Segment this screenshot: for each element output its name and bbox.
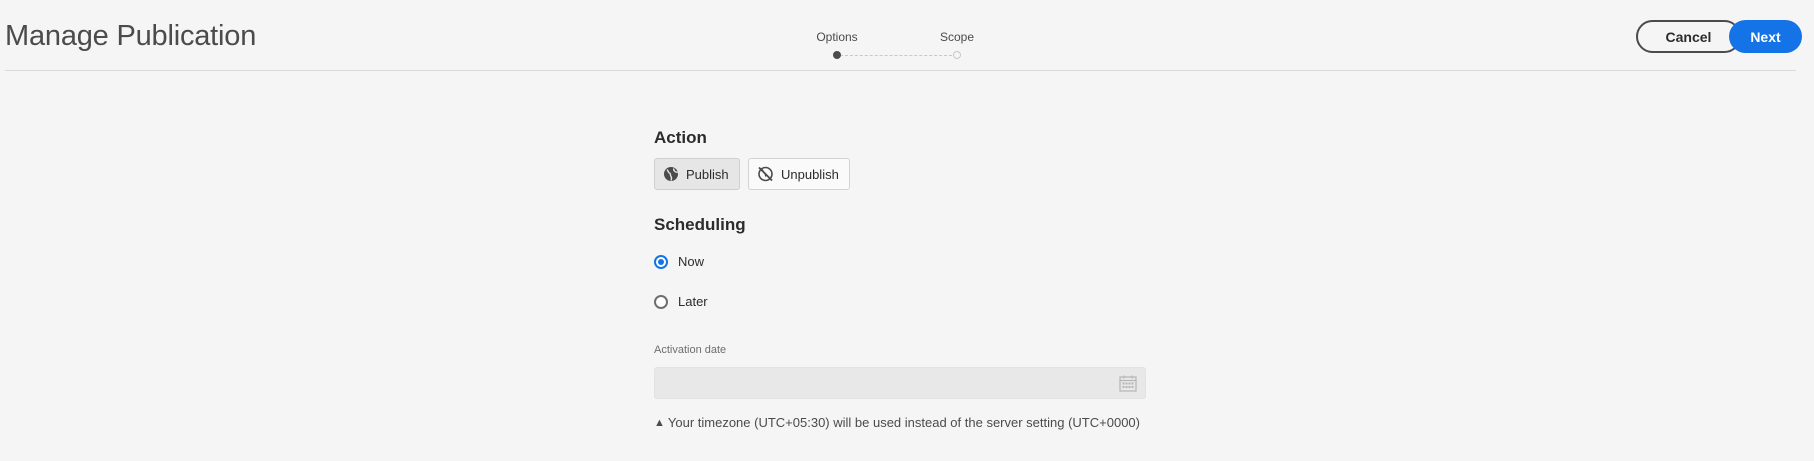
publish-label: Publish — [686, 166, 729, 182]
next-button[interactable]: Next — [1729, 20, 1802, 53]
unpublish-button[interactable]: Unpublish — [748, 158, 850, 190]
radio-later-control[interactable] — [654, 294, 668, 309]
radio-later-label: Later — [678, 294, 708, 309]
globe-off-icon — [758, 166, 773, 182]
warning-icon: ▲ — [654, 416, 665, 429]
activation-date-label: Activation date — [654, 344, 727, 356]
cancel-button[interactable]: Cancel — [1636, 20, 1741, 53]
scheduling-heading: Scheduling — [654, 215, 746, 234]
unpublish-label: Unpublish — [781, 166, 839, 182]
globe-icon — [664, 167, 679, 181]
radio-now-control[interactable] — [654, 254, 668, 269]
radio-now-label: Now — [678, 254, 705, 269]
radio-now[interactable]: Now — [654, 254, 704, 269]
activation-date-input[interactable] — [655, 368, 1145, 398]
timezone-note: ▲ Your timezone (UTC+05:30) will be used… — [654, 415, 1140, 430]
calendar-icon[interactable] — [1119, 375, 1137, 392]
radio-later[interactable]: Later — [654, 294, 708, 309]
page-title: Manage Publication — [5, 20, 257, 52]
publish-button[interactable]: Publish — [654, 158, 740, 190]
timezone-note-text: Your timezone (UTC+05:30) will be used i… — [667, 415, 1140, 430]
publication-options-form: Action Publish Unpublish Scheduling Now … — [654, 0, 1154, 461]
activation-date-field[interactable] — [654, 367, 1146, 399]
action-heading: Action — [654, 128, 707, 147]
